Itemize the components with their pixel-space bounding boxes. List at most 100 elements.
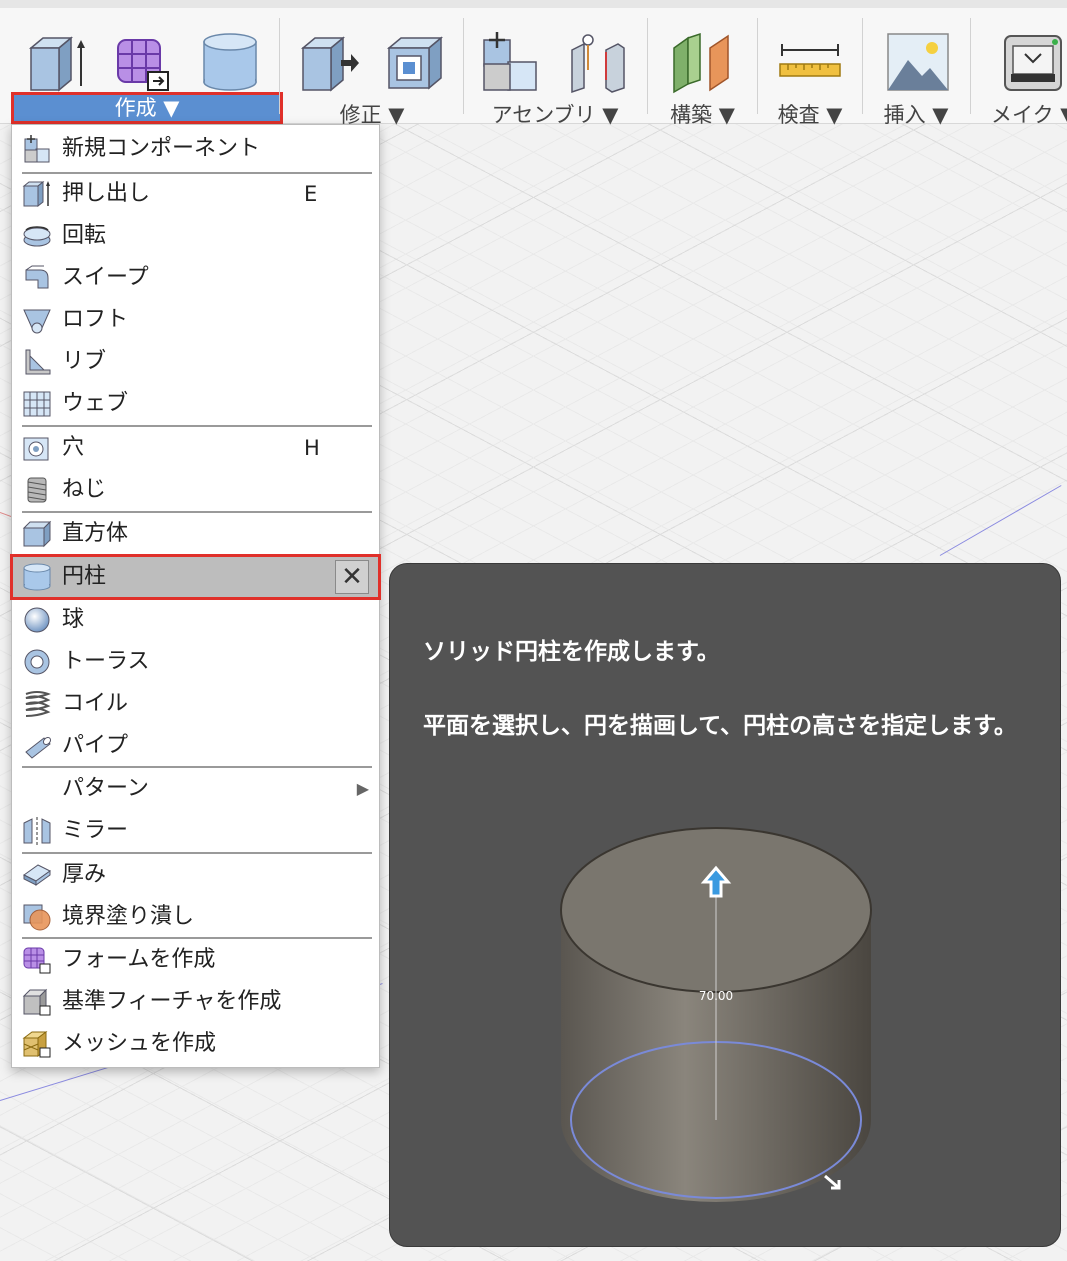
toolbar-group-modify: 修正 ▼ (283, 8, 461, 127)
menu-item-label: 穴 (62, 435, 85, 460)
create-form-icon[interactable] (110, 30, 174, 94)
sweep-icon (25, 265, 49, 289)
insert-menu-button[interactable]: 挿入 ▼ (866, 98, 966, 132)
menu-item-pattern[interactable]: パターン ▶ (12, 768, 379, 810)
new-component-icon[interactable] (478, 30, 542, 94)
cylinder-illustration: 70.00 (560, 827, 872, 1202)
menu-item-label: リブ (62, 349, 107, 374)
menu-item-loft[interactable]: ロフト (12, 299, 379, 341)
create-form-icon (23, 947, 51, 974)
menu-item-boundary-fill[interactable]: 境界塗り潰し (12, 896, 379, 938)
menu-item-box[interactable]: 直方体 (12, 513, 379, 555)
construct-plane-icon[interactable] (670, 30, 734, 94)
menu-item-label: フォームを作成 (62, 947, 216, 972)
menu-item-thread[interactable]: ねじ (12, 469, 379, 511)
menu-item-label: メッシュを作成 (62, 1031, 217, 1056)
dimension-label: 70.00 (699, 989, 733, 1003)
create-dropdown-menu: 新規コンポーネント 押し出し E 回転 スイープ ロフト リブ ウェブ 穴 H … (10, 124, 381, 1068)
hole-icon (23, 437, 49, 461)
menu-item-label: 球 (62, 607, 85, 632)
menu-item-create-form[interactable]: フォームを作成 (12, 939, 379, 981)
menu-item-label: ロフト (62, 307, 129, 332)
toolbar-group-construct: 構築 ▼ (650, 8, 755, 127)
revolve-icon (23, 226, 51, 247)
press-pull-icon[interactable] (297, 30, 361, 94)
menu-item-shortcut: E (304, 182, 318, 206)
web-icon (23, 391, 51, 417)
menu-item-cylinder[interactable]: 円柱 ✕ (10, 554, 381, 600)
loft-icon (23, 309, 51, 334)
menu-item-label: スイープ (62, 265, 149, 290)
cylinder-icon (23, 563, 51, 591)
measure-icon[interactable] (778, 30, 842, 94)
tooltip-title: ソリッド円柱を作成します。 (423, 639, 720, 665)
menu-item-label: 境界塗り潰し (62, 904, 195, 929)
menu-item-extrude[interactable]: 押し出し E (12, 173, 379, 215)
menu-item-label: ミラー (62, 818, 129, 843)
make-menu-button[interactable]: メイク ▼ (975, 98, 1067, 124)
menu-item-base-feature[interactable]: 基準フィーチャを作成 (12, 981, 379, 1023)
torus-icon (24, 649, 50, 675)
menu-item-sphere[interactable]: 球 (12, 599, 379, 641)
menu-item-torus[interactable]: トーラス (12, 641, 379, 683)
assemble-menu-button[interactable]: アセンブリ ▼ (466, 98, 644, 132)
construct-menu-button[interactable]: 構築 ▼ (650, 98, 755, 132)
toolbar-group-make: メイク ▼ (975, 8, 1067, 124)
menu-item-shortcut: H (304, 436, 320, 460)
create-menu-button[interactable]: 作成 ▼ (11, 92, 283, 124)
shell-icon[interactable] (383, 30, 447, 94)
boundary-fill-icon (23, 904, 51, 931)
tooltip-description: 平面を選択し、円を描画して、円柱の高さを指定します。 (423, 713, 1017, 739)
submenu-arrow-icon: ▶ (356, 779, 369, 798)
menu-item-label: パターン (62, 776, 149, 801)
menu-item-label: 基準フィーチャを作成 (62, 989, 282, 1014)
menu-item-label: 厚み (62, 862, 107, 887)
menu-item-label: パイプ (62, 733, 129, 758)
menu-item-label: 押し出し (62, 181, 151, 206)
menu-item-web[interactable]: ウェブ (12, 383, 379, 425)
toolbar: 作成 ▼ 修正 ▼ アセンブリ ▼ 構築 ▼ 検査 ▼ 挿入 ▼ メイク (0, 0, 1067, 127)
menu-item-new-component[interactable]: 新規コンポーネント (12, 128, 379, 170)
close-tooltip-button[interactable]: ✕ (335, 560, 369, 594)
insert-image-icon[interactable] (886, 30, 950, 94)
menu-item-label: コイル (62, 691, 129, 716)
menu-item-label: 直方体 (62, 521, 129, 546)
create-mesh-icon (22, 1031, 51, 1058)
toolbar-group-inspect: 検査 ▼ (760, 8, 860, 127)
menu-item-coil[interactable]: コイル (12, 683, 379, 725)
toolbar-group-assemble: アセンブリ ▼ (466, 8, 644, 127)
sphere-icon (24, 607, 50, 633)
menu-item-label: 新規コンポーネント (62, 136, 261, 161)
menu-item-revolve[interactable]: 回転 (12, 215, 379, 257)
joint-icon[interactable] (566, 30, 630, 94)
menu-item-label: トーラス (62, 649, 150, 674)
rib-icon (25, 349, 51, 375)
toolbar-group-insert: 挿入 ▼ (866, 8, 966, 127)
menu-item-rib[interactable]: リブ (12, 341, 379, 383)
menu-item-label: 円柱 (62, 564, 107, 589)
mirror-icon (23, 817, 51, 845)
3d-print-icon[interactable] (1001, 30, 1065, 94)
menu-item-pipe[interactable]: パイプ (12, 725, 379, 767)
thread-icon (27, 477, 47, 503)
extrude-icon (22, 180, 50, 208)
thicken-icon (23, 864, 51, 886)
inspect-menu-button[interactable]: 検査 ▼ (760, 98, 860, 132)
y-axis-line (939, 485, 1062, 556)
menu-item-label: 回転 (62, 223, 107, 248)
box-icon (22, 520, 52, 548)
new-component-icon (24, 135, 50, 163)
menu-item-create-mesh[interactable]: メッシュを作成 (12, 1023, 379, 1065)
extrude-icon[interactable] (25, 30, 89, 94)
cylinder-tooltip: ソリッド円柱を作成します。 平面を選択し、円を描画して、円柱の高さを指定します。… (389, 563, 1061, 1247)
menu-item-sweep[interactable]: スイープ (12, 257, 379, 299)
pipe-icon (25, 736, 52, 759)
menu-item-mirror[interactable]: ミラー (12, 810, 379, 852)
menu-item-hole[interactable]: 穴 H (12, 427, 379, 469)
base-feature-icon (22, 988, 51, 1016)
menu-item-label: ウェブ (62, 391, 129, 416)
cylinder-icon[interactable] (198, 30, 262, 94)
coil-icon (25, 691, 51, 717)
menu-item-label: ねじ (62, 477, 107, 502)
menu-item-thicken[interactable]: 厚み (12, 854, 379, 896)
